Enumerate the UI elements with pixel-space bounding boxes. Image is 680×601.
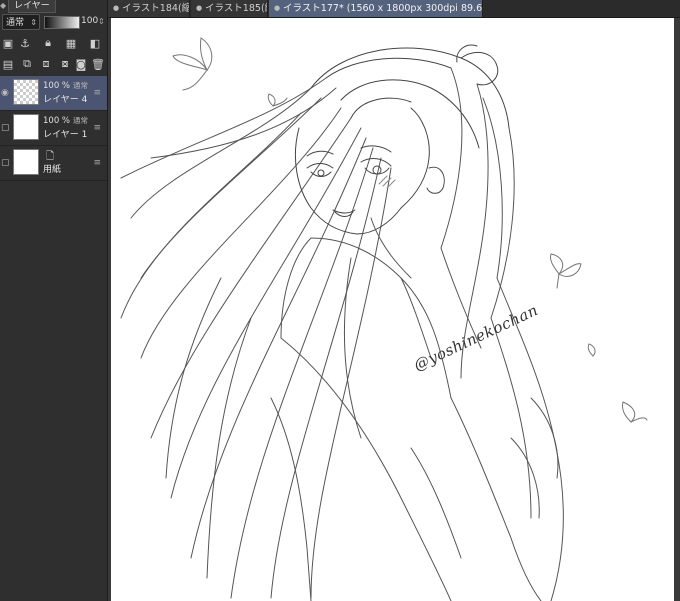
blend-mode-value: 通常 [6, 18, 25, 28]
hair-left [120, 77, 392, 599]
layer-panel: ◆ レイヤー 通常 ⇕ 100 ⇕ ▣ ⚓ 🔒︎ ▦ ◧ ▤ ⧉ ⧈ ⧇ ◙ 🗑… [0, 0, 108, 601]
butterfly-top-left [172, 37, 213, 91]
mask-toggle-icon[interactable]: ◧ [87, 35, 103, 51]
layer-opacity: 100 % [43, 81, 71, 91]
layer-meta: 100 % 通常 [43, 80, 88, 92]
new-vector-layer-icon[interactable]: ⧈ [38, 56, 54, 72]
tab-illust-185[interactable]: ● イラスト185(縮 [191, 0, 268, 17]
reference-layer-icon[interactable]: ⚓ [17, 35, 33, 51]
opacity-stepper-icon[interactable]: ⇕ [98, 15, 105, 28]
drag-handle-icon[interactable]: ≡ [93, 158, 101, 168]
tab-label: イラスト185(縮 [205, 3, 268, 14]
clip-icon[interactable]: ▣ [0, 35, 16, 51]
layer-row-paper[interactable]: ▢ 🗋︎ 用紙 ≡ [0, 146, 107, 181]
tab-illust-184[interactable]: ● イラスト184(縮 [108, 0, 190, 17]
new-raster-layer-icon[interactable]: ⧉ [19, 56, 35, 72]
tab-label: イラスト184(縮 [122, 3, 190, 14]
layer-name: レイヤー 1 [43, 130, 88, 140]
layer-opacity: 100 % [43, 116, 71, 126]
opacity-slider[interactable] [44, 16, 80, 29]
copy-layer-icon[interactable]: ⧇ [57, 56, 73, 72]
layer-toolbar-bottom: ▤ ⧉ ⧈ ⧇ ◙ 🗑︎ [0, 55, 107, 73]
layer-name: 用紙 [43, 165, 62, 175]
layer-mode: 通常 [73, 116, 89, 125]
tab-dot-icon: ● [113, 4, 120, 12]
layer-mode: 通常 [73, 81, 89, 90]
lock-icon[interactable]: 🔒︎ [40, 35, 56, 51]
drawing-canvas[interactable]: @yoshinekochan [111, 18, 674, 601]
layer-list: ◉ 100 % 通常 レイヤー 4 ≡ ▢ 100 % 通常 レイヤー 1 ≡ ▢ … [0, 76, 107, 181]
layer-row-4[interactable]: ◉ 100 % 通常 レイヤー 4 ≡ [0, 76, 107, 111]
layer-meta: 100 % 通常 [43, 115, 88, 127]
canvas-area[interactable]: @yoshinekochan [108, 18, 680, 601]
layer-thumbnail [13, 149, 39, 175]
tab-dot-icon: ● [274, 4, 281, 12]
layer-toolbar-top: ▣ ⚓ 🔒︎ ▦ ◧ [0, 34, 107, 52]
tab-illust-177[interactable]: ● イラスト177* (1560 x 1800px 300dpi 89.6%) [269, 0, 483, 17]
layer-row-1[interactable]: ▢ 100 % 通常 レイヤー 1 ≡ [0, 111, 107, 146]
tab-dot-icon: ● [196, 4, 203, 12]
blend-row: 通常 ⇕ 100 ⇕ [0, 12, 107, 32]
opacity-value: 100 [81, 16, 99, 26]
trash-icon[interactable]: 🗑︎ [90, 56, 106, 72]
layer-thumbnail [13, 79, 39, 105]
visibility-icon[interactable]: ▢ [1, 123, 10, 133]
line-art-illustration [120, 37, 648, 601]
chevron-updown-icon: ⇕ [30, 18, 37, 27]
drag-handle-icon[interactable]: ≡ [93, 88, 101, 98]
layer-name: レイヤー 4 [43, 95, 88, 105]
document-tabbar: ● イラスト184(縮 ● イラスト185(縮 ● イラスト177* (1560… [108, 0, 680, 18]
new-folder-icon[interactable]: ▤ [0, 56, 16, 72]
head [294, 44, 510, 235]
drag-handle-icon[interactable]: ≡ [93, 123, 101, 133]
visibility-icon[interactable]: ◉ [1, 88, 9, 98]
visibility-icon[interactable]: ▢ [1, 158, 10, 168]
tab-label: イラスト177* (1560 x 1800px 300dpi 89.6%) [283, 3, 483, 14]
layer-mask-icon[interactable]: ◙ [73, 56, 89, 72]
butterfly-lower-right [587, 343, 648, 423]
layer-thumbnail [13, 114, 39, 140]
butterfly-right [550, 253, 582, 289]
panel-menu-icon[interactable]: ◆ [0, 0, 8, 12]
lock-transparent-icon[interactable]: ▦ [63, 35, 79, 51]
blend-mode-select[interactable]: 通常 ⇕ [2, 14, 40, 30]
robe [270, 217, 559, 601]
